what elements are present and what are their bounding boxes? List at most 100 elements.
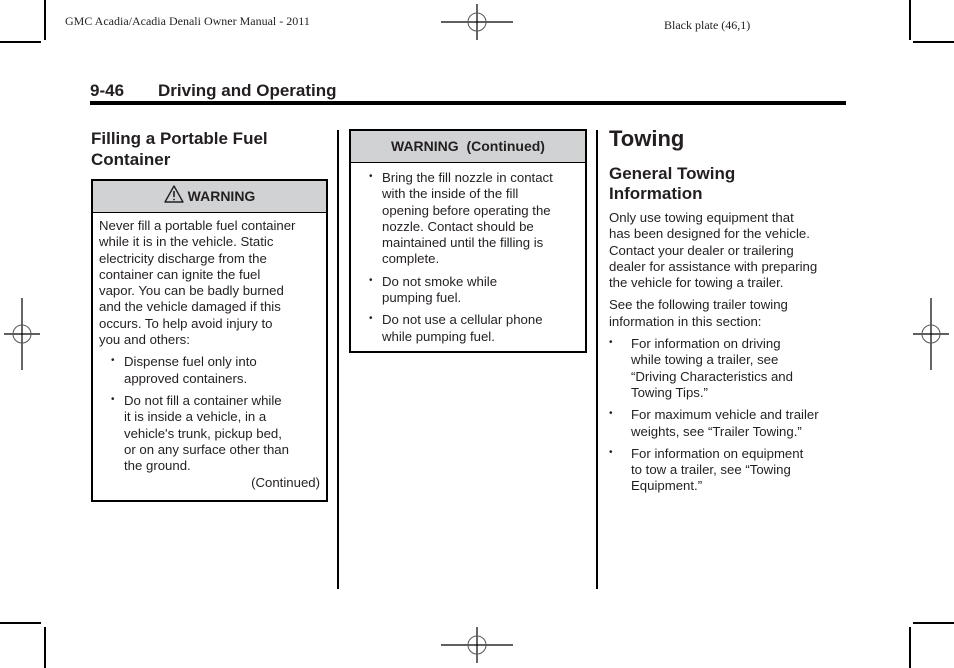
text-line: nozzle. Contact should be xyxy=(382,218,534,234)
text-line: Equipment.” xyxy=(631,478,703,494)
text-line: pumping fuel. xyxy=(382,290,462,306)
warning-title: WARNING xyxy=(187,188,256,204)
text-line: while it is in the vehicle. Static xyxy=(99,234,274,250)
warning-continued-header: WARNING (Continued) xyxy=(351,131,585,163)
text-line: while pumping fuel. xyxy=(382,328,495,344)
bullet-icon: • xyxy=(609,408,613,420)
heading-line: Container xyxy=(91,150,171,169)
text-line: the vehicle for towing a trailer. xyxy=(609,275,784,291)
warning-header: WARNING xyxy=(93,181,326,213)
page-number: 9-46 xyxy=(90,81,125,100)
text-line: information in this section: xyxy=(609,313,762,329)
warning-body: Never fill a portable fuel container whi… xyxy=(93,213,326,492)
list-item: • For maximum vehicle and trailer weight… xyxy=(609,407,849,440)
text-line: Dispense fuel only into xyxy=(124,354,257,370)
continued-label: (Continued) xyxy=(251,475,320,491)
warning-box: WARNING Never fill a portable fuel conta… xyxy=(91,179,328,502)
crop-mark-bottom-right-horizontal xyxy=(913,622,954,624)
text-line: Do not smoke while xyxy=(382,273,498,289)
towing-paragraph-1: Only use towing equipment that has been … xyxy=(609,210,849,291)
heading-line: Filling a Portable Fuel xyxy=(91,129,268,148)
general-towing-information-heading: General Towing Information xyxy=(609,164,849,204)
towing-title: Towing xyxy=(609,126,685,151)
text-line: to tow a trailer, see “Towing xyxy=(631,462,791,478)
text-line: electricity discharge from the xyxy=(99,250,267,266)
section-title: Driving and Operating xyxy=(158,81,337,100)
crop-mark-top-left-horizontal xyxy=(0,41,41,43)
text-line: with the inside of the fill xyxy=(382,186,519,202)
text-line: while towing a trailer, see xyxy=(631,352,779,368)
text-line: complete. xyxy=(382,251,440,267)
text-line: you and others: xyxy=(99,332,190,348)
warning-continued-bullet-list: • Bring the fill nozzle in contact with … xyxy=(357,170,579,345)
page-header: 9-46 Driving and Operating xyxy=(90,81,846,101)
warning-text: Never fill a portable fuel container whi… xyxy=(99,218,320,348)
column-divider-2 xyxy=(596,130,598,589)
text-line: weights, see “Trailer Towing.” xyxy=(631,423,802,439)
text-line: vapor. You can be badly burned xyxy=(99,283,284,299)
warning-continued-title: WARNING (Continued) xyxy=(391,138,545,154)
text-line: or on any surface other than xyxy=(124,441,289,457)
list-item: • Bring the fill nozzle in contact with … xyxy=(357,170,579,268)
text-line: container can ignite the fuel xyxy=(99,266,261,282)
text-line: For maximum vehicle and trailer xyxy=(631,407,819,423)
text-line: Only use towing equipment that xyxy=(609,210,794,225)
crop-mark-bottom-left-vertical xyxy=(44,627,46,668)
warning-bullet-list: • Dispense fuel only into approved conta… xyxy=(99,354,320,474)
list-item: • Do not use a cellular phone while pump… xyxy=(357,312,579,345)
text-line: Do not fill a container while xyxy=(124,392,282,408)
towing-bullet-list: • For information on driving while towin… xyxy=(609,336,849,495)
text-line: Contact your dealer or trailering xyxy=(609,242,794,258)
text-line: Never fill a portable fuel container xyxy=(99,218,296,233)
list-item: • For information on equipment to tow a … xyxy=(609,446,849,495)
column-3: Towing General Towing Information Only u… xyxy=(609,127,849,495)
warning-triangle-icon xyxy=(163,185,184,203)
column-1: Filling a Portable Fuel Container WARNIN… xyxy=(91,128,329,502)
text-line: occurs. To help avoid injury to xyxy=(99,315,273,331)
bullet-icon: • xyxy=(111,393,115,405)
crop-mark-top-right-horizontal xyxy=(913,41,954,43)
list-item: • For information on driving while towin… xyxy=(609,336,849,401)
text-line: See the following trailer towing xyxy=(609,297,788,313)
bullet-icon: • xyxy=(609,337,613,349)
text-line: For information on driving xyxy=(631,336,781,352)
heading-filling-portable-fuel-container: Filling a Portable Fuel Container xyxy=(91,128,329,170)
crop-mark-bottom-left-horizontal xyxy=(0,622,41,624)
text-line: Bring the fill nozzle in contact xyxy=(382,170,553,185)
bullet-icon: • xyxy=(369,171,373,182)
text-line: the ground. xyxy=(124,458,191,474)
crop-mark-top-left-vertical xyxy=(44,0,46,40)
heading-line: Information xyxy=(609,184,703,203)
registration-mark-bottom-icon xyxy=(441,627,513,663)
text-line: approved containers. xyxy=(124,370,248,386)
list-item: • Do not smoke while pumping fuel. xyxy=(357,274,579,307)
towing-paragraph-2: See the following trailer towing informa… xyxy=(609,297,849,330)
warning-continued-body: • Bring the fill nozzle in contact with … xyxy=(351,163,585,345)
registration-mark-right-icon xyxy=(913,298,949,370)
text-line: dealer for assistance with preparing xyxy=(609,258,818,274)
text-line: Towing Tips.” xyxy=(631,384,708,400)
warning-continued-box: WARNING (Continued) • Bring the fill noz… xyxy=(349,129,587,353)
text-line: Do not use a cellular phone xyxy=(382,312,543,328)
bullet-icon: • xyxy=(369,313,373,325)
crop-mark-bottom-right-vertical xyxy=(909,627,911,668)
column-divider-1 xyxy=(337,130,339,589)
text-line: For information on equipment xyxy=(631,445,804,461)
text-line: maintained until the filling is xyxy=(382,235,544,251)
heading-line: General Towing xyxy=(609,164,736,183)
registration-mark-top-icon xyxy=(441,4,513,40)
crop-mark-top-right-vertical xyxy=(909,0,911,40)
text-line: and the vehicle damaged if this xyxy=(99,299,281,315)
running-header-title: GMC Acadia/Acadia Denali Owner Manual - … xyxy=(65,14,310,28)
header-rule xyxy=(90,101,846,105)
bullet-icon: • xyxy=(369,274,373,286)
list-item: • Dispense fuel only into approved conta… xyxy=(99,354,320,387)
bullet-icon: • xyxy=(609,446,613,458)
bullet-icon: • xyxy=(111,355,115,367)
text-line: opening before operating the xyxy=(382,202,551,218)
registration-mark-left-icon xyxy=(4,298,40,370)
text-line: has been designed for the vehicle. xyxy=(609,226,810,242)
running-header-plate: Black plate (46,1) xyxy=(664,18,751,32)
text-line: “Driving Characteristics and xyxy=(631,368,793,384)
text-line: it is inside a vehicle, in a xyxy=(124,409,267,425)
